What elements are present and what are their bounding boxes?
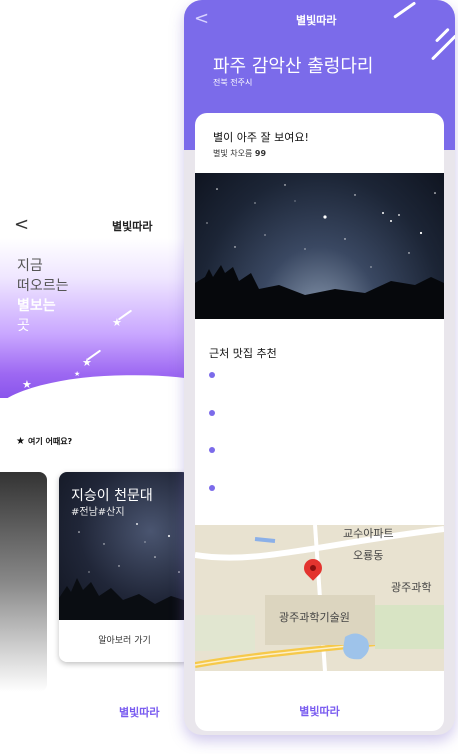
place-photo[interactable] — [195, 173, 444, 319]
app-title: 별빛따라 — [296, 14, 337, 27]
app-title: 별빛따라 — [112, 220, 153, 233]
place-card[interactable] — [0, 472, 47, 692]
footer-title: 별빛따라 — [299, 705, 340, 718]
star-icon: ★ — [16, 436, 25, 447]
hero-line: 곳 — [17, 318, 30, 334]
back-arrow-icon[interactable]: < — [194, 8, 209, 29]
place-name: 파주 감악산 출렁다리 — [213, 56, 374, 77]
review-text: 별이 아주 잘 보여요! — [213, 131, 309, 144]
map-roads — [195, 525, 444, 671]
card-tags: #전남#산지 — [71, 507, 125, 518]
nearby-section-title: 근처 맛집 추천 — [209, 347, 277, 360]
hero-line: 지금 — [17, 258, 43, 274]
place-region: 전북 전주시 — [213, 78, 253, 87]
background-screen: < 별빛따라 지금 떠오르는 별보는 곳 ★ ★ ★ ★ ★ ★여기 어때요? — [0, 200, 190, 754]
section-question: ★ 여기 어때요? — [16, 436, 72, 447]
hero-text: 지금 떠오르는 별보는 곳 — [17, 256, 69, 336]
footer-title: 별빛따라 — [119, 706, 160, 719]
question-text: 여기 어때요? — [27, 437, 73, 446]
card-photo: 지승이 천문대 #전남#산지 — [59, 472, 190, 620]
hero-banner: 지금 떠오르는 별보는 곳 ★ ★ ★ ★ ★ — [0, 238, 190, 398]
bullet-icon — [209, 409, 215, 416]
map-label: 광주과학 — [391, 581, 432, 594]
back-arrow-icon[interactable]: < — [14, 214, 29, 235]
rating-label: 별빛 차오름 — [213, 149, 253, 158]
bullet-icon — [209, 372, 215, 378]
detail-screen: < 별빛따라 파주 감악산 출렁다리 전북 전주시 별이 아주 잘 보여요! 별… — [184, 0, 455, 735]
map-view[interactable]: 교수아파트 오룡동 광주과학 광주과학기술원 — [195, 525, 444, 671]
hero-line: 떠오르는 — [17, 278, 69, 294]
detail-card: 별이 아주 잘 보여요! 별빛 차오름 99 근처 맛집 추천 교수아파트 오룡… — [195, 113, 444, 731]
shooting-star-icon — [86, 349, 102, 361]
learn-more-button[interactable]: 알아보러 가기 — [59, 620, 190, 662]
bullet-icon — [209, 484, 215, 491]
header-decoration — [393, 1, 417, 19]
card-title: 지승이 천문대 — [71, 488, 153, 504]
shooting-star-icon — [117, 309, 133, 321]
rating: 별빛 차오름 99 — [213, 148, 266, 159]
night-sky-image — [195, 184, 444, 319]
hero-line: 별보는 — [17, 298, 56, 314]
bullet-icon — [209, 447, 215, 453]
back-nav-bar: < 별빛따라 — [0, 214, 190, 238]
map-label: 오룡동 — [353, 549, 384, 562]
map-label: 교수아파트 — [343, 527, 394, 540]
header-decoration — [430, 34, 455, 61]
rating-value: 99 — [254, 149, 267, 158]
map-label: 광주과학기술원 — [279, 611, 350, 624]
place-card[interactable]: 지승이 천문대 #전남#산지 알아보러 가기 — [59, 472, 190, 662]
star-icon: ★ — [74, 370, 81, 378]
